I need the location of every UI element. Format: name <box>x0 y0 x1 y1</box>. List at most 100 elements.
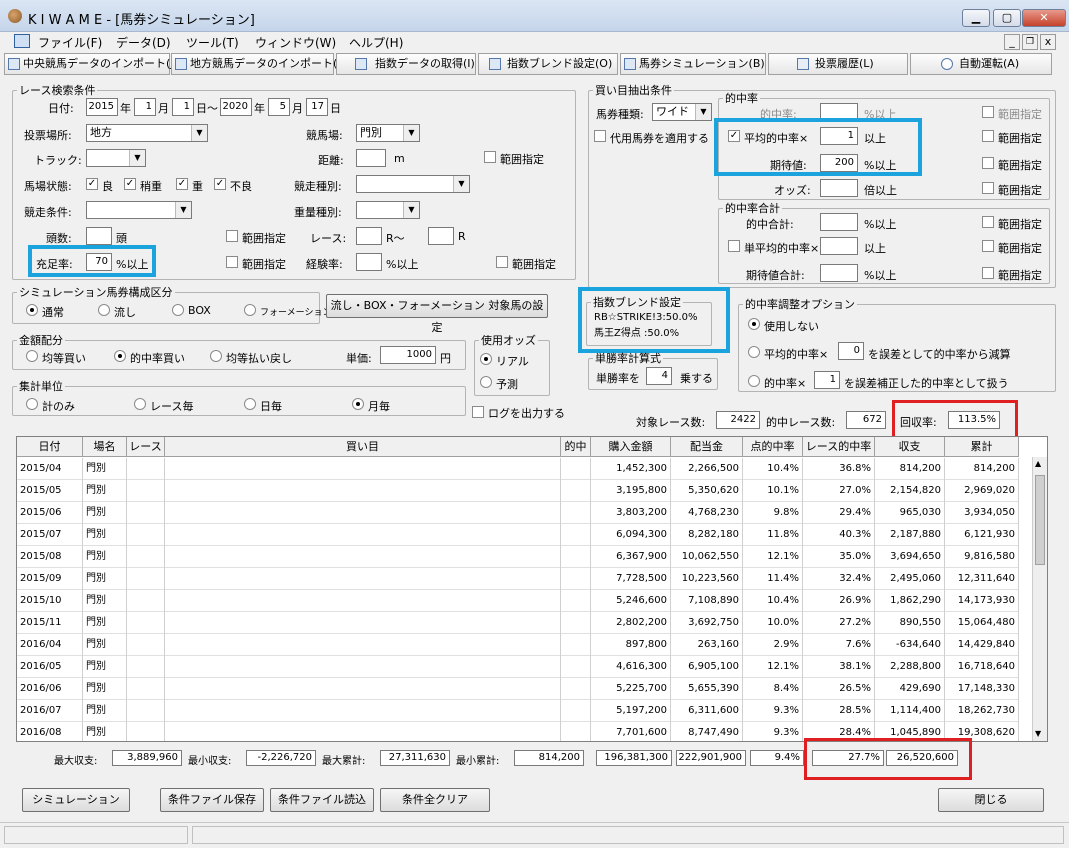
start-year-field[interactable]: 2015 <box>86 98 118 116</box>
sim-nagashi-radio[interactable] <box>98 304 110 316</box>
single-win-field[interactable]: 4 <box>646 367 672 385</box>
table-row[interactable]: 2015/06 門別 3,803,200 4,768,230 9.8% 29.4% 965,… <box>17 502 1019 524</box>
race-from-field[interactable] <box>356 227 382 245</box>
race-type-select[interactable]: ▼ <box>356 175 470 193</box>
mdi-restore-button[interactable]: ❐ <box>1022 34 1038 50</box>
condition-heavy-checkbox[interactable]: ✓ <box>176 178 188 190</box>
adjust-subtract-radio[interactable] <box>748 346 760 358</box>
run-simulation-button[interactable]: シミュレーション <box>22 788 130 812</box>
clear-conditions-button[interactable]: 条件全クリア <box>380 788 490 812</box>
table-row[interactable]: 2015/07 門別 6,094,300 8,282,180 11.8% 40.3% 2,1… <box>17 524 1019 546</box>
odds-forecast-radio[interactable] <box>480 376 492 388</box>
col-header-bet[interactable]: 買い目 <box>165 437 561 457</box>
single-avg-checkbox[interactable] <box>728 240 740 252</box>
sim-normal-radio[interactable] <box>26 304 38 316</box>
fetch-index-button[interactable]: 指数データの取得(I) <box>336 53 476 75</box>
end-day-field[interactable]: 17 <box>306 98 328 116</box>
odds-field[interactable] <box>820 179 858 197</box>
scroll-up-icon[interactable]: ▲ <box>1035 459 1041 468</box>
agg-race-radio[interactable] <box>134 398 146 410</box>
table-row[interactable]: 2015/08 門別 6,367,900 10,062,550 12.1% 35.0% 3,… <box>17 546 1019 568</box>
money-equal-radio[interactable] <box>26 350 38 362</box>
heads-field[interactable] <box>86 227 112 245</box>
menu-help[interactable]: ヘルプ(H) <box>349 34 403 51</box>
import-local-button[interactable]: 地方競馬データのインポート(N) <box>171 53 350 75</box>
experience-field[interactable] <box>356 253 382 271</box>
col-header-race[interactable]: レース <box>127 437 165 457</box>
avg-range-checkbox[interactable] <box>982 130 994 142</box>
close-window-button[interactable]: ✕ <box>1022 9 1066 27</box>
proxy-ticket-checkbox[interactable] <box>594 130 606 142</box>
experience-range-checkbox[interactable] <box>496 256 508 268</box>
condition-bad-checkbox[interactable]: ✓ <box>214 178 226 190</box>
col-header-point-hit[interactable]: 点的中率 <box>743 437 803 457</box>
maximize-button[interactable]: ▢ <box>993 9 1021 27</box>
unit-price-field[interactable]: 1000 <box>380 346 436 364</box>
agg-total-radio[interactable] <box>26 398 38 410</box>
mdi-minimize-button[interactable]: _ <box>1004 34 1020 50</box>
sim-box-radio[interactable] <box>172 304 184 316</box>
table-row[interactable]: 2015/09 門別 7,728,500 10,223,560 11.4% 32.4% 2,… <box>17 568 1019 590</box>
simulation-button[interactable]: 馬券シミュレーション(B) <box>620 53 766 75</box>
hit-range-checkbox[interactable] <box>982 106 994 118</box>
condition-slightly-heavy-checkbox[interactable]: ✓ <box>124 178 136 190</box>
ev-sum-range-checkbox[interactable] <box>982 267 994 279</box>
adjust-none-radio[interactable] <box>748 318 760 330</box>
save-conditions-button[interactable]: 条件ファイル保存 <box>160 788 264 812</box>
target-horse-settings-button[interactable]: 流し・BOX・フォーメーション 対象馬の設定 <box>326 294 548 334</box>
scroll-thumb[interactable] <box>1035 475 1045 565</box>
start-month-field[interactable]: 1 <box>134 98 156 116</box>
odds-real-radio[interactable] <box>480 353 492 365</box>
col-header-race-hit[interactable]: レース的中率 <box>803 437 875 457</box>
table-row[interactable]: 2016/05 門別 4,616,300 6,905,100 12.1% 38.1% 2,2… <box>17 656 1019 678</box>
sim-formation-radio[interactable] <box>244 304 256 316</box>
menu-tools[interactable]: ツール(T) <box>186 34 239 51</box>
menu-window[interactable]: ウィンドウ(W) <box>255 34 336 51</box>
track-select[interactable]: ▼ <box>86 149 146 167</box>
table-row[interactable]: 2015/04 門別 1,452,300 2,266,500 10.4% 36.8% 814… <box>17 458 1019 480</box>
mdi-close-button[interactable]: x <box>1040 34 1056 50</box>
distance-field[interactable] <box>356 149 386 167</box>
agg-month-radio[interactable] <box>352 398 364 410</box>
adjust-correct-radio[interactable] <box>748 375 760 387</box>
close-button[interactable]: 閉じる <box>938 788 1044 812</box>
course-select[interactable]: 門別 ▼ <box>356 124 420 142</box>
auto-run-button[interactable]: 自動運転(A) <box>910 53 1052 75</box>
blend-settings-button[interactable]: 指数ブレンド設定(O) <box>478 53 618 75</box>
col-header-payout[interactable]: 配当金 <box>671 437 743 457</box>
table-row[interactable]: 2015/05 門別 3,195,800 5,350,620 10.1% 27.0% 2,1… <box>17 480 1019 502</box>
start-day-field[interactable]: 1 <box>172 98 194 116</box>
table-row[interactable]: 2016/06 門別 5,225,700 5,655,390 8.4% 26.5% 429,… <box>17 678 1019 700</box>
import-central-button[interactable]: 中央競馬データのインポート(J) <box>4 53 178 75</box>
vote-history-button[interactable]: 投票履歴(L) <box>768 53 908 75</box>
race-condition-select[interactable]: ▼ <box>86 201 192 219</box>
results-table[interactable]: 日付 場名 レース 買い目 的中 購入金額 配当金 点的中率 レース的中率 収支 累計 2015/0… <box>16 436 1048 742</box>
odds-range-checkbox[interactable] <box>982 182 994 194</box>
distance-range-checkbox[interactable] <box>484 151 496 163</box>
fill-range-checkbox[interactable] <box>226 256 238 268</box>
vertical-scrollbar[interactable]: ▲ ▼ <box>1032 457 1047 741</box>
end-month-field[interactable]: 5 <box>268 98 290 116</box>
col-header-date[interactable]: 日付 <box>17 437 83 457</box>
money-hitrate-radio[interactable] <box>114 350 126 362</box>
condition-good-checkbox[interactable]: ✓ <box>86 178 98 190</box>
ev-sum-field[interactable] <box>820 264 858 282</box>
weight-type-select[interactable]: ▼ <box>356 201 420 219</box>
col-header-balance[interactable]: 収支 <box>875 437 945 457</box>
adjust-correct-field[interactable]: 1 <box>814 371 840 389</box>
hit-sum-range-checkbox[interactable] <box>982 216 994 228</box>
agg-day-radio[interactable] <box>244 398 256 410</box>
col-header-hit[interactable]: 的中 <box>561 437 591 457</box>
ev-range-checkbox[interactable] <box>982 157 994 169</box>
venue-select[interactable]: 地方 ▼ <box>86 124 208 142</box>
single-range-checkbox[interactable] <box>982 240 994 252</box>
load-conditions-button[interactable]: 条件ファイル読込 <box>270 788 374 812</box>
menu-file[interactable]: ファイル(F) <box>38 34 102 51</box>
heads-range-checkbox[interactable] <box>226 230 238 242</box>
adjust-subtract-field[interactable]: 0 <box>838 342 864 360</box>
table-row[interactable]: 2016/07 門別 5,197,200 6,311,600 9.3% 28.5% 1,11… <box>17 700 1019 722</box>
col-header-venue[interactable]: 場名 <box>83 437 127 457</box>
ticket-type-select[interactable]: ワイド ▼ <box>652 103 712 121</box>
table-row[interactable]: 2016/04 門別 897,800 263,160 2.9% 7.6% -634,640 1… <box>17 634 1019 656</box>
menu-data[interactable]: データ(D) <box>116 34 171 51</box>
